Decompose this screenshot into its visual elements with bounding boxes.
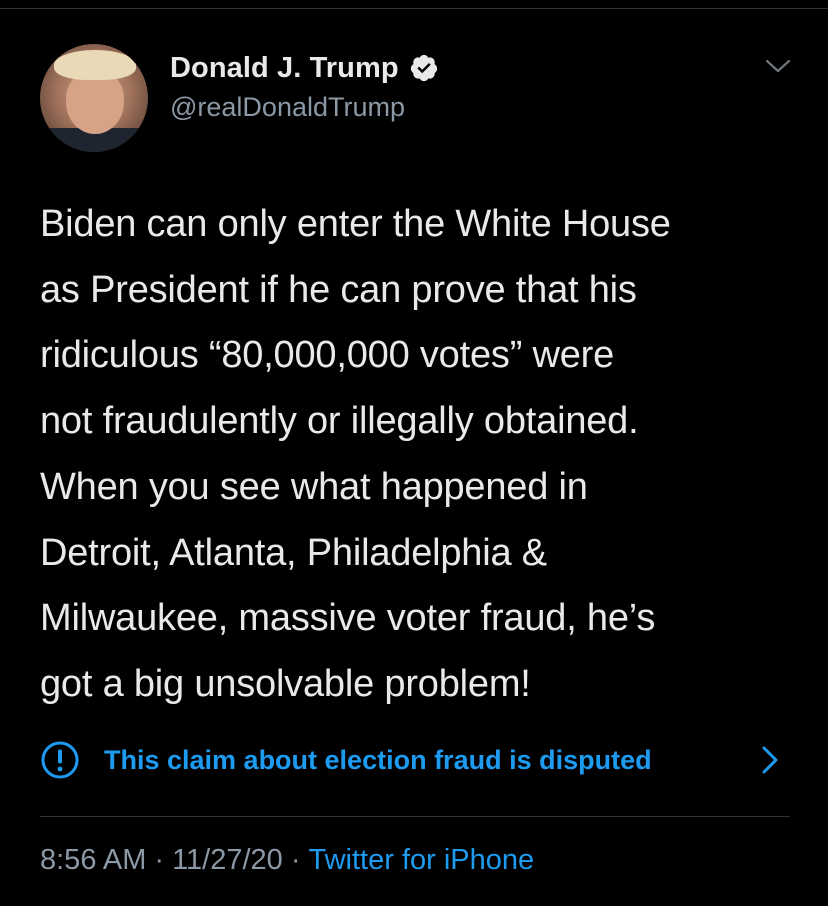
- top-divider: [0, 8, 828, 9]
- avatar-hair: [54, 50, 136, 80]
- author-handle[interactable]: @realDonaldTrump: [170, 92, 405, 123]
- tweet-meta: 8:56 AM · 11/27/20 · Twitter for iPhone: [40, 844, 534, 877]
- disputed-claim-notice[interactable]: This claim about election fraud is dispu…: [40, 734, 790, 788]
- author-name-row[interactable]: Donald J. Trump: [170, 50, 439, 86]
- disputed-claim-text[interactable]: This claim about election fraud is dispu…: [104, 745, 652, 776]
- tweet-text: Biden can only enter the White House as …: [40, 203, 671, 705]
- author-display-name[interactable]: Donald J. Trump: [170, 52, 399, 85]
- tweet-time: 8:56 AM: [40, 844, 147, 876]
- tweet-date: 11/27/20: [172, 844, 283, 876]
- meta-separator: ·: [290, 844, 301, 876]
- verified-badge-icon: [410, 54, 437, 82]
- meta-divider: [40, 816, 790, 817]
- chevron-right-icon[interactable]: [759, 744, 781, 776]
- chevron-down-icon[interactable]: [764, 56, 792, 76]
- exclamation-circle-icon: [41, 741, 79, 779]
- avatar[interactable]: [40, 44, 148, 152]
- tweet-source-link[interactable]: Twitter for iPhone: [308, 844, 534, 876]
- meta-separator: ·: [154, 844, 165, 876]
